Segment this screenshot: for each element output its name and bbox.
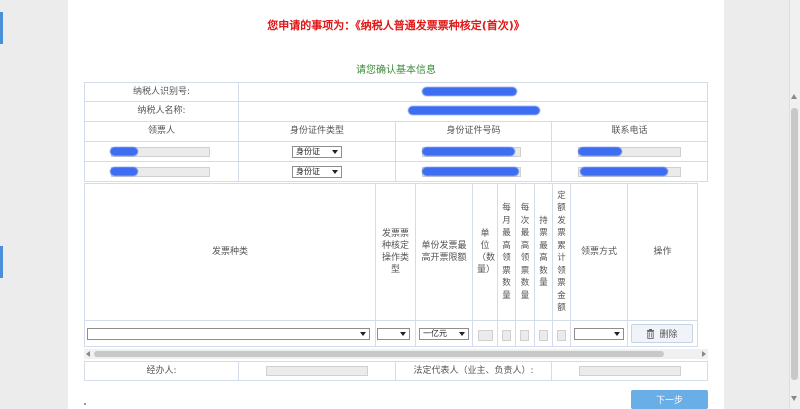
horizontal-scroll-thumb[interactable] <box>94 351 664 357</box>
id-type-select[interactable]: 身份证 <box>292 146 342 158</box>
redacted-taxpayer-id <box>422 87 517 96</box>
redacted-phone <box>580 167 668 176</box>
monthly-max-header: 每月最高领票数量 <box>497 183 516 321</box>
id-type-select[interactable]: 身份证 <box>292 166 342 178</box>
quota-total-header: 定额发票累计领票金额 <box>552 183 571 321</box>
redacted-taxpayer-name <box>408 106 540 115</box>
nav-marker <box>0 246 3 278</box>
unit-header: 单位（数量） <box>472 183 498 321</box>
per-max-field[interactable] <box>520 330 529 341</box>
scroll-up-icon[interactable] <box>791 94 797 99</box>
unit-field[interactable] <box>478 330 493 341</box>
scroll-left-icon[interactable] <box>86 351 90 357</box>
chevron-down-icon <box>332 150 338 154</box>
invoice-type-header: 发票种类 <box>84 183 376 321</box>
approve-op-select[interactable] <box>377 328 410 340</box>
scroll-down-icon[interactable] <box>791 396 797 401</box>
trash-icon <box>647 328 655 339</box>
left-margin <box>0 0 68 409</box>
redacted-receiver-name <box>110 167 138 176</box>
taxpayer-name-label: 纳税人名称: <box>84 101 239 122</box>
nav-marker <box>0 12 3 44</box>
handler-field[interactable] <box>266 366 368 376</box>
chevron-down-icon <box>400 332 406 336</box>
chevron-down-icon <box>614 332 620 336</box>
redacted-id-number <box>422 147 515 156</box>
max-limit-select[interactable]: 一亿元 <box>419 328 469 340</box>
vertical-scroll-thumb[interactable] <box>791 108 798 380</box>
bullet-dot <box>84 403 86 405</box>
next-step-button[interactable]: 下一步 <box>631 390 708 409</box>
max-limit-header: 单份发票最高开票限额 <box>415 183 473 321</box>
id-type-header: 身份证件类型 <box>238 121 396 142</box>
scroll-right-icon[interactable] <box>702 351 706 357</box>
method-select[interactable] <box>574 328 624 340</box>
handler-label: 经办人: <box>84 361 239 381</box>
invoice-type-select[interactable] <box>87 328 370 340</box>
method-header: 领票方式 <box>570 183 628 321</box>
per-max-header: 每次最高领票数量 <box>515 183 535 321</box>
section-title: 请您确认基本信息 <box>356 65 436 76</box>
quota-total-field[interactable] <box>557 330 566 341</box>
action-header: 操作 <box>627 183 698 321</box>
chevron-down-icon <box>360 332 366 336</box>
receiver-header: 领票人 <box>84 121 239 142</box>
apply-title: 您申请的事项为：《纳税人普通发票票种核定(首次)》 <box>267 19 525 32</box>
monthly-max-field[interactable] <box>502 330 511 341</box>
legal-rep-label: 法定代表人（业主、负责人）: <box>395 361 552 381</box>
legal-rep-field[interactable] <box>579 366 681 376</box>
redacted-phone <box>578 147 622 156</box>
id-number-header: 身份证件号码 <box>395 121 552 142</box>
redacted-receiver-name <box>110 147 138 156</box>
hold-max-field[interactable] <box>539 330 548 341</box>
redacted-id-number <box>422 167 519 176</box>
delete-button-label: 删除 <box>659 330 678 340</box>
chevron-down-icon <box>332 170 338 174</box>
hold-max-header: 持票最高数量 <box>534 183 553 321</box>
delete-button[interactable]: 删除 <box>631 324 693 343</box>
phone-header: 联系电话 <box>551 121 708 142</box>
approve-op-header: 发票票种核定操作类型 <box>375 183 416 321</box>
taxpayer-id-label: 纳税人识别号: <box>84 82 239 102</box>
chevron-down-icon <box>459 332 465 336</box>
